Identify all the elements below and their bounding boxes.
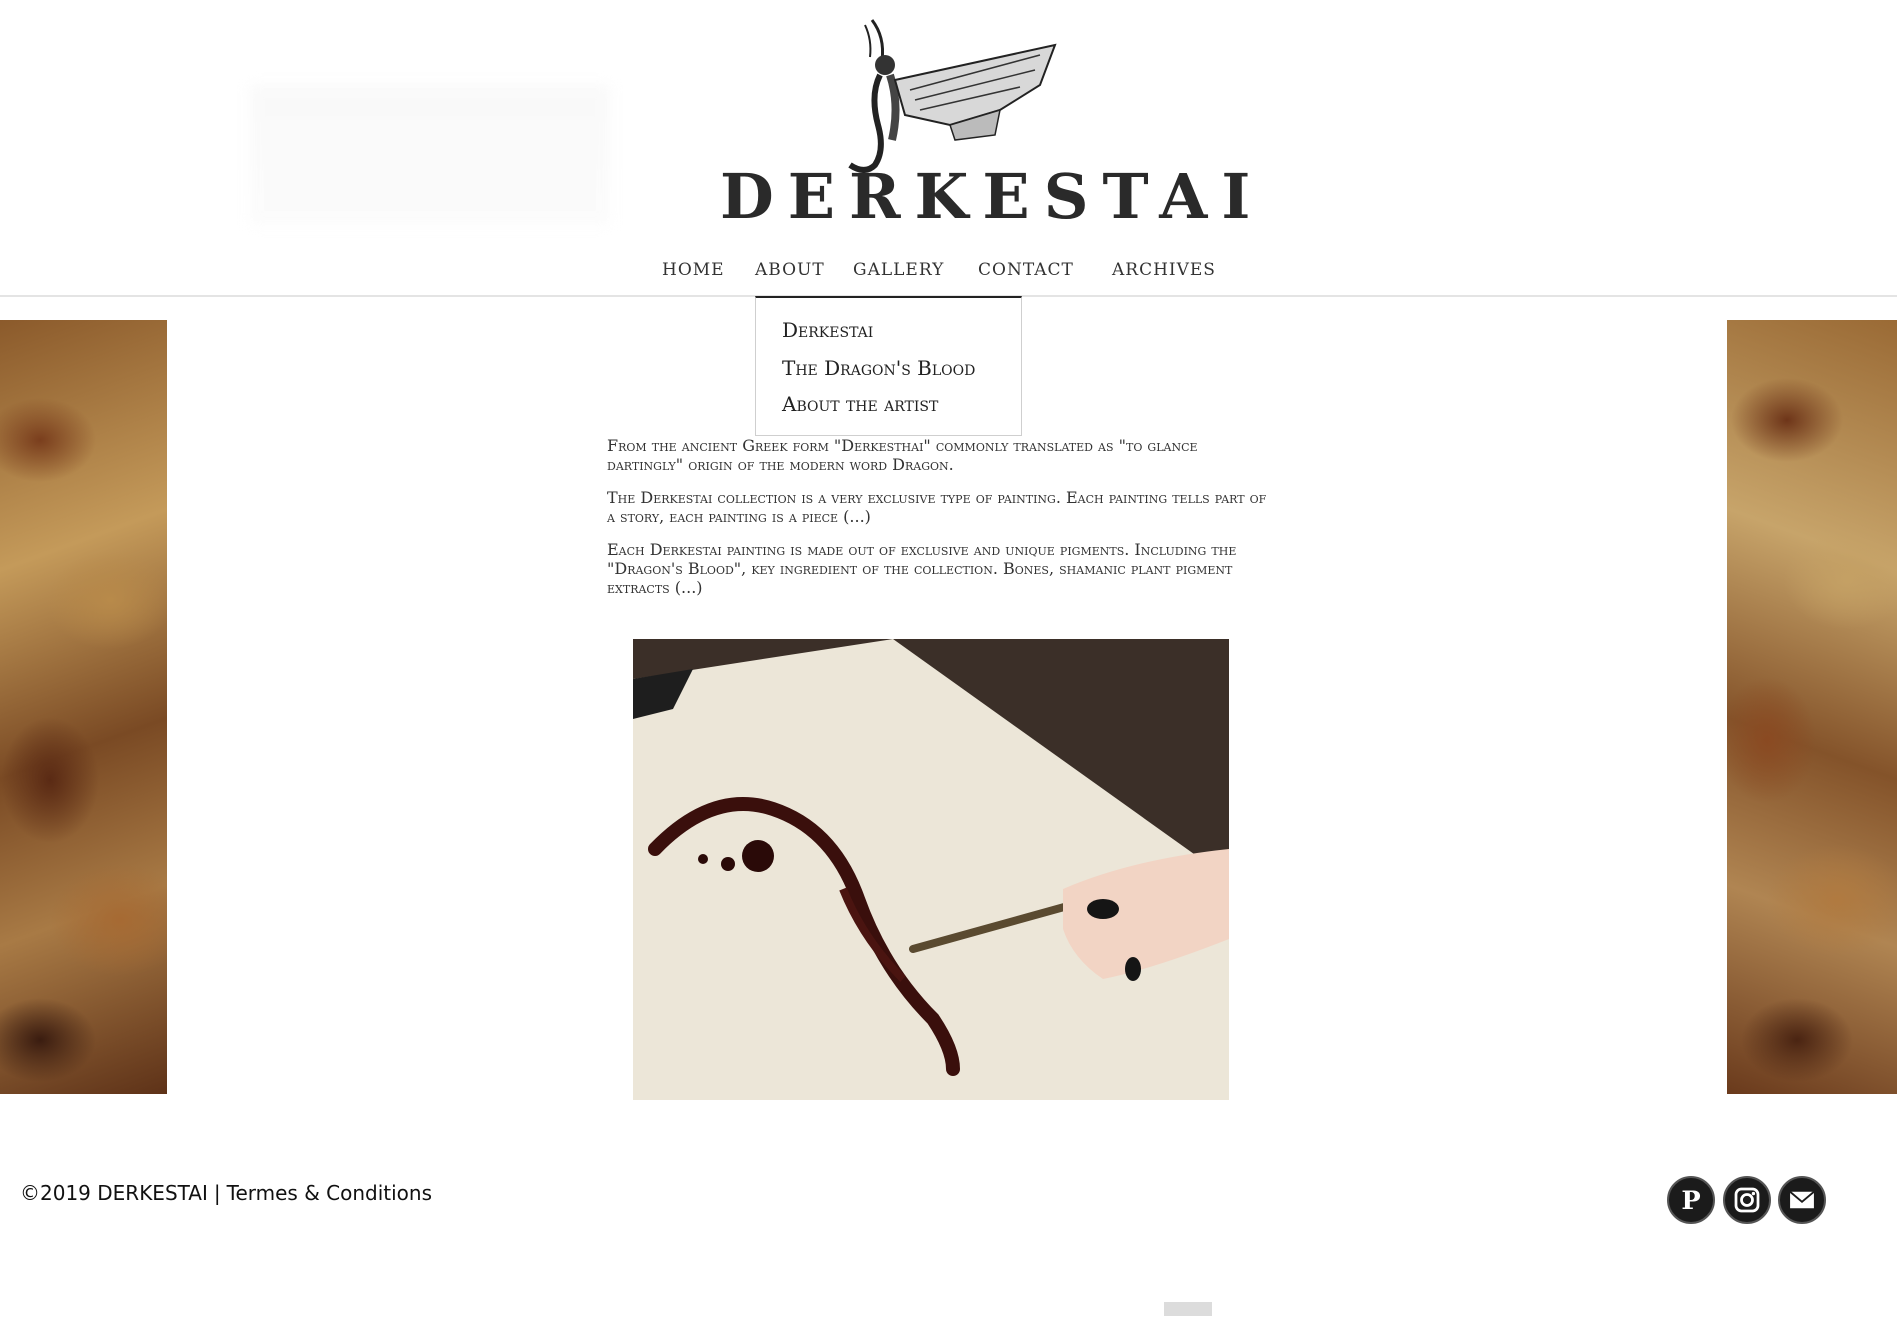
main-content: From the ancient Greek form "Derkesthai"… [607, 436, 1267, 611]
copyright-text: ©2019 DERKESTAI [20, 1181, 208, 1205]
left-texture-panel [0, 320, 167, 1094]
pigments-paragraph: Each Derkestai painting is made out of e… [607, 540, 1237, 597]
nav-archives[interactable]: ARCHIVES [1112, 260, 1216, 280]
pinterest-icon[interactable]: P [1667, 1176, 1715, 1224]
collection-paragraph: The Derkestai collection is a very exclu… [607, 488, 1267, 526]
footer-separator: | [213, 1181, 221, 1205]
footer: ©2019 DERKESTAI | Termes & Conditions [20, 1181, 432, 1205]
dropdown-item-derkestai[interactable]: Derkestai [782, 318, 873, 342]
nav-gallery[interactable]: GALLERY [853, 260, 944, 280]
dropdown-item-dragons-blood[interactable]: The Dragon's Blood [782, 356, 975, 380]
dropdown-item-about-artist[interactable]: About the artist [782, 392, 938, 416]
brand-wordmark: DERKESTAI [720, 160, 1265, 233]
mail-icon[interactable] [1778, 1176, 1826, 1224]
painting-photo [633, 639, 1229, 1100]
header-ghost-block [250, 85, 610, 225]
instagram-icon[interactable] [1723, 1176, 1771, 1224]
nav-home[interactable]: HOME [662, 260, 725, 280]
about-dropdown-menu: Derkestai The Dragon's Blood About the a… [755, 296, 1022, 436]
bottom-scroll-tab[interactable] [1164, 1302, 1212, 1316]
svg-text:P: P [1681, 1186, 1700, 1216]
nav-about[interactable]: ABOUT [755, 260, 825, 280]
terms-link[interactable]: Termes & Conditions [227, 1181, 432, 1205]
nav-contact[interactable]: CONTACT [978, 260, 1074, 280]
right-texture-panel [1727, 320, 1897, 1094]
intro-paragraph: From the ancient Greek form "Derkesthai"… [607, 436, 1198, 474]
